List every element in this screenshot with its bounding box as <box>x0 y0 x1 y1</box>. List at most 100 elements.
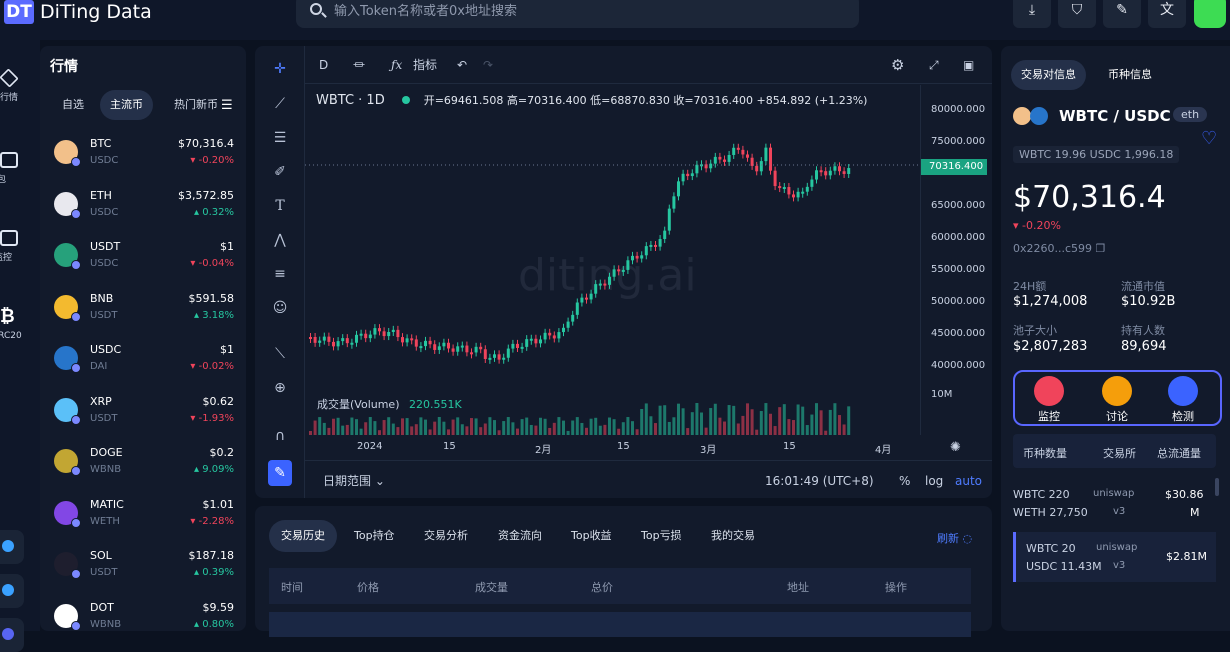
table-row[interactable] <box>269 612 971 637</box>
magnet-icon[interactable]: ∩ <box>268 426 292 446</box>
volume-label: 成交量(Volume) <box>317 397 400 411</box>
fullscreen-icon[interactable]: ⤢ <box>929 54 939 76</box>
candle-body <box>631 255 634 261</box>
candle-body <box>640 255 644 259</box>
interval-selector[interactable]: D <box>319 54 328 76</box>
coin-row[interactable]: USDT USDC $1 ▾ -0.04% <box>40 233 246 284</box>
volume-bar <box>433 421 437 435</box>
candle-body <box>332 341 335 347</box>
tab-token-info[interactable]: 币种信息 <box>1098 60 1162 90</box>
candle-body <box>529 338 533 341</box>
tab-trade-analysis[interactable]: 交易分析 <box>412 520 480 552</box>
twitter-button[interactable] <box>0 574 24 608</box>
volume-bar <box>759 411 763 435</box>
coin-row[interactable]: SOL USDT $187.18 ▴ 0.39% <box>40 542 246 593</box>
volume-bar <box>511 422 515 435</box>
date-range-selector[interactable]: 日期范围 ⌄ <box>323 470 385 492</box>
trendline-icon[interactable]: ⟋ <box>268 94 292 114</box>
vip-button[interactable]: ⛉ <box>1058 0 1096 28</box>
coin-row[interactable]: MATIC WETH $1.01 ▾ -2.28% <box>40 491 246 542</box>
ruler-icon[interactable]: ⟍ <box>268 344 292 364</box>
percent-toggle[interactable]: % <box>899 470 910 492</box>
tab-favorites[interactable]: 自选 <box>52 90 94 120</box>
function-icon[interactable]: ƒx <box>391 54 402 76</box>
brush-icon[interactable]: ✐ <box>268 162 292 182</box>
redo-icon[interactable]: ↷ <box>483 54 493 76</box>
coin-row[interactable]: USDC DAI $1 ▾ -0.02% <box>40 336 246 387</box>
discord-button[interactable] <box>0 618 24 652</box>
emoji-icon[interactable]: ☺ <box>268 298 292 318</box>
candle-type-icon[interactable]: ⏛ <box>353 54 365 76</box>
tab-top-holders[interactable]: Top持仓 <box>342 520 407 552</box>
rail-item-market[interactable]: 行情 <box>0 68 34 103</box>
candle-body <box>437 346 441 350</box>
coin-row[interactable]: BNB USDT $591.58 ▴ 3.18% <box>40 285 246 336</box>
volume-bar <box>681 408 685 435</box>
settings-icon[interactable]: ⚙ <box>891 54 904 76</box>
edit-button[interactable]: ✎ <box>1103 0 1141 28</box>
favorite-heart-icon[interactable]: ♡ <box>1201 128 1217 149</box>
download-button[interactable]: ⤓ <box>1013 0 1051 28</box>
coin-row[interactable]: BTC USDC $70,316.4 ▾ -0.20% <box>40 130 246 181</box>
candlestick-chart[interactable]: 成交量(Volume) 220.551K <box>305 85 920 435</box>
coin-row[interactable]: DOT WBNB $9.59 ▴ 0.80% <box>40 594 246 645</box>
candle-body <box>345 338 349 344</box>
auto-toggle[interactable]: auto <box>955 470 982 492</box>
rail-item-wallet[interactable]: 钱包 <box>0 152 34 185</box>
contract-address[interactable]: 0x2260...c599 ❐ <box>1013 242 1105 255</box>
tab-top-loss[interactable]: Top亏损 <box>629 520 694 552</box>
translate-button[interactable]: 文 <box>1148 0 1186 28</box>
text-icon[interactable]: T <box>268 196 292 216</box>
pool-row[interactable]: WBTC 20 USDC 11.43M uniswap v3 $2.81M <box>1013 532 1216 582</box>
axis-settings-icon[interactable]: ✺ <box>950 440 961 455</box>
volume-bar <box>322 422 326 435</box>
sort-icon[interactable]: ☰ <box>221 98 233 113</box>
lock-drawing-icon[interactable]: ✎ <box>268 460 292 486</box>
candle-body <box>598 283 602 286</box>
candle-body <box>626 260 630 270</box>
candle-body <box>460 345 464 348</box>
volume-bar <box>640 408 644 435</box>
candle-body <box>566 321 570 328</box>
telegram-button[interactable] <box>0 530 24 564</box>
indicator-button[interactable]: 指标 <box>413 54 437 76</box>
price-axis[interactable]: 80000.000 75000.000 65000.000 60000.000 5500… <box>920 85 992 435</box>
tab-trade-history[interactable]: 交易历史 <box>269 520 337 552</box>
pattern-icon[interactable]: ⋀ <box>268 230 292 250</box>
time-axis[interactable]: 2024 15 2月 15 3月 15 4月 <box>305 435 920 460</box>
volume-bar <box>332 418 335 435</box>
detect-button[interactable]: 检测 <box>1155 376 1211 424</box>
log-toggle[interactable]: log <box>925 470 943 492</box>
volume-bar <box>355 419 358 435</box>
tab-mainstream[interactable]: 主流币 <box>100 90 153 120</box>
undo-icon[interactable]: ↶ <box>457 54 467 76</box>
fib-icon[interactable]: ≡ <box>268 264 292 284</box>
scrollbar[interactable] <box>1215 478 1219 496</box>
discuss-button[interactable]: 讨论 <box>1089 376 1145 424</box>
coin-row[interactable]: XRP USDT $0.62 ▾ -1.93% <box>40 388 246 439</box>
rail-item-monitor[interactable]: 监控 <box>0 230 34 263</box>
candle-body <box>612 269 616 277</box>
tab-pair-info[interactable]: 交易对信息 <box>1011 60 1086 90</box>
refresh-button[interactable]: 刷新 ◌ <box>937 530 972 546</box>
price-tick: 40000.000 <box>931 360 986 371</box>
zoom-in-icon[interactable]: ⊕ <box>268 378 292 398</box>
tab-top-profit[interactable]: Top收益 <box>559 520 624 552</box>
tab-fund-flow[interactable]: 资金流向 <box>486 520 554 552</box>
candle-body <box>649 244 653 247</box>
coin-row[interactable]: DOGE WBNB $0.2 ▴ 9.09% <box>40 439 246 490</box>
parallel-lines-icon[interactable]: ☰ <box>268 128 292 148</box>
candle-body <box>635 255 639 259</box>
crosshair-icon[interactable]: ✛ <box>268 59 292 79</box>
camera-icon[interactable]: ▣ <box>963 54 974 76</box>
monitor-button[interactable]: 监控 <box>1021 376 1077 424</box>
tab-hot-new[interactable]: 热门新币 <box>164 90 228 120</box>
candle-body <box>396 329 400 338</box>
avatar[interactable] <box>1194 0 1226 28</box>
pool-row[interactable]: WBTC 220 WETH 27,750 uniswap v3 $30.86 M <box>1013 486 1216 526</box>
search-box[interactable] <box>296 0 859 28</box>
tab-my-trades[interactable]: 我的交易 <box>699 520 767 552</box>
search-input[interactable] <box>334 0 834 28</box>
rail-item-brc20[interactable]: ₿ BRC20 <box>0 306 34 341</box>
coin-row[interactable]: ETH USDC $3,572.85 ▴ 0.32% <box>40 182 246 233</box>
